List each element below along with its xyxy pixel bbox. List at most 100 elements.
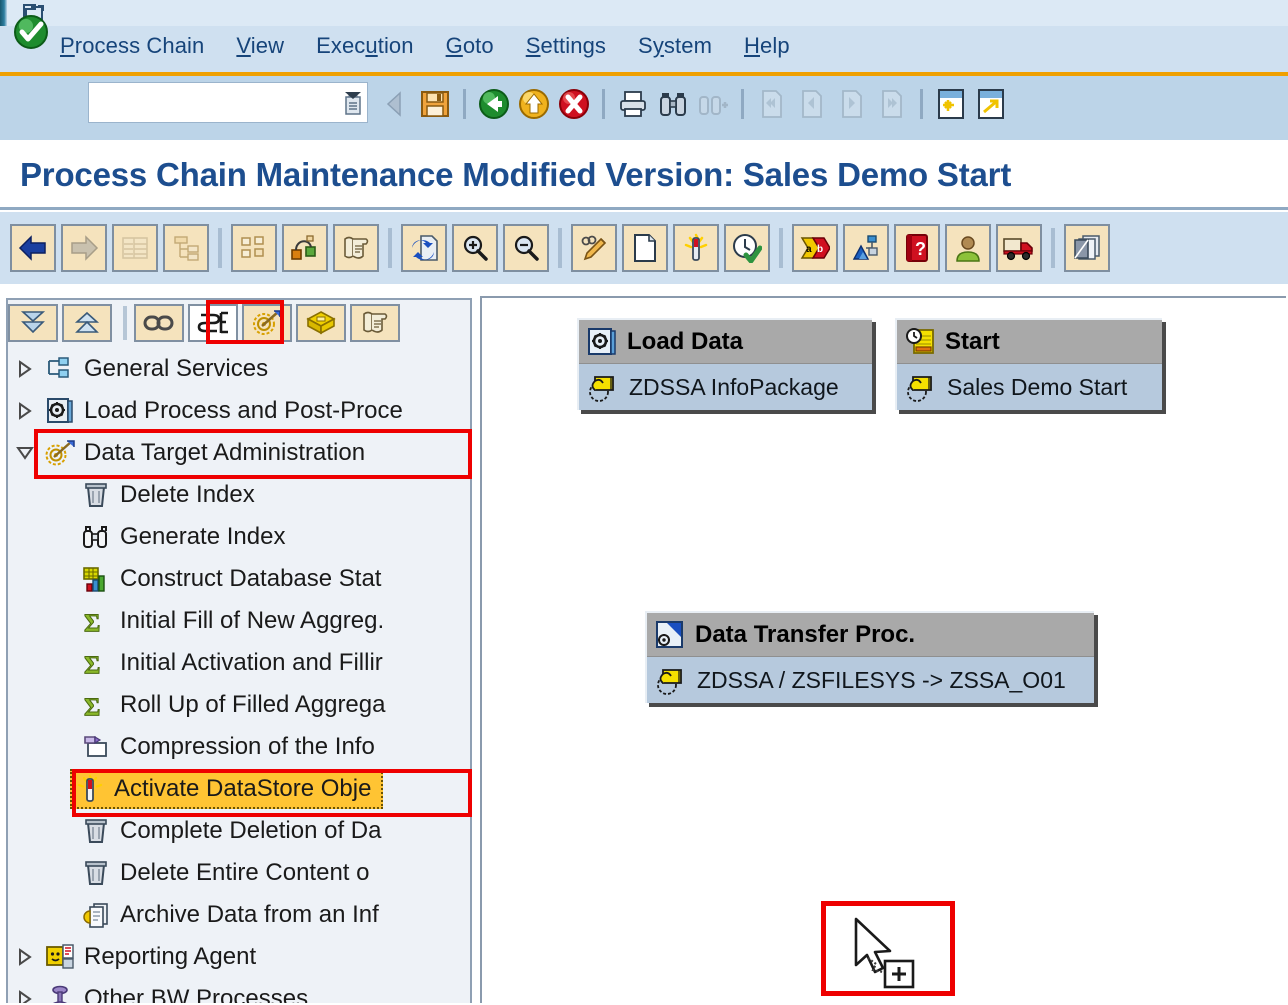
load-data-node-title: Load Data	[627, 327, 744, 355]
documents-stack-icon[interactable]	[1064, 224, 1110, 272]
start-node-title: Start	[945, 327, 1000, 355]
data-transfer-proc-node[interactable]: Data Transfer Proc. ZDSSA / ZSFILESYS ->…	[645, 611, 1094, 703]
tree-node-label: Generate Index	[120, 523, 286, 550]
tree-node-data-target-administration[interactable]: Data Target Administration	[8, 432, 470, 474]
tree-node-label: Construct Database Stat	[120, 565, 382, 592]
command-field[interactable]	[88, 82, 368, 123]
tree-node-archive-data-from-an-infoprovider[interactable]: Archive Data from an Inf	[8, 894, 470, 936]
tree-node-initial-fill-of-new-aggregates[interactable]: Σ Initial Fill of New Aggreg.	[8, 600, 470, 642]
green-check-ok-icon[interactable]	[12, 13, 50, 51]
tree-node-reporting-agent[interactable]: Reporting Agent	[8, 936, 470, 978]
printer-icon[interactable]	[613, 84, 653, 124]
tree-node-roll-up-of-filled-aggregates[interactable]: Σ Roll Up of Filled Aggrega	[8, 684, 470, 726]
green-back-arrow-icon[interactable]	[474, 84, 514, 124]
data-transfer-proc-node-header: Data Transfer Proc.	[647, 613, 1094, 657]
start-node[interactable]: Start Sales Demo Start	[895, 318, 1162, 410]
load-data-node-body: ZDSSA InfoPackage	[579, 364, 872, 410]
activate-match-icon[interactable]	[673, 224, 719, 272]
sap-process-chain-maintenance-window: Process Chain View Execution Goto Settin…	[0, 0, 1288, 1005]
trash-delete-icon	[78, 481, 114, 509]
new-session-icon[interactable]	[931, 84, 971, 124]
start-node-body: Sales Demo Start	[897, 364, 1162, 410]
data-transfer-proc-node-title: Data Transfer Proc.	[695, 620, 916, 648]
process-types-icon[interactable]	[188, 304, 238, 342]
start-node-subtitle: Sales Demo Start	[947, 373, 1128, 400]
database-stats-icon	[78, 565, 114, 593]
target-dart-icon[interactable]	[242, 304, 292, 342]
menu-view[interactable]: View	[220, 33, 300, 59]
expand-down-arrows-icon[interactable]	[8, 304, 58, 342]
trash-delete-icon	[78, 817, 114, 845]
tree-node-other-bw-processes[interactable]: Other BW Processes	[8, 978, 470, 1003]
svg-text:?: ?	[915, 239, 926, 259]
menu-execution[interactable]: Execution	[300, 33, 430, 59]
arrow-cursor-with-plus-badge	[848, 916, 938, 994]
tree-node-complete-deletion-of-data-target-contents[interactable]: Complete Deletion of Da	[8, 810, 470, 852]
job-monitor-icon[interactable]	[843, 224, 889, 272]
zoom-out-magnifier-icon[interactable]	[503, 224, 549, 272]
tree-node-compression-of-the-infocube[interactable]: Compression of the Info	[8, 726, 470, 768]
tree-toolbar	[8, 302, 404, 344]
zoom-in-magnifier-icon[interactable]	[452, 224, 498, 272]
chain-link-icon[interactable]	[134, 304, 184, 342]
network-blocks-icon[interactable]	[231, 224, 277, 272]
tree-node-construct-database-statistics[interactable]: Construct Database Stat	[8, 558, 470, 600]
tree-node-load-process-and-post-processing[interactable]: Load Process and Post-Proce	[8, 390, 470, 432]
red-cancel-x-icon[interactable]	[554, 84, 594, 124]
yellow-up-arrow-icon[interactable]	[514, 84, 554, 124]
binoculars-plus-icon	[693, 84, 733, 124]
menu-help[interactable]: Help	[728, 33, 806, 59]
tree-node-delete-index[interactable]: Delete Index	[8, 474, 470, 516]
enter-arrow-icon[interactable]	[375, 84, 415, 124]
scroll-log-icon[interactable]	[333, 224, 379, 272]
other-bw-processes-icon	[42, 985, 78, 1003]
chevron-right-icon[interactable]	[8, 359, 42, 379]
toolbar-divider	[920, 89, 923, 119]
pencil-edit-icon[interactable]	[571, 224, 617, 272]
tree-node-delete-entire-content-of-data-target[interactable]: Delete Entire Content o	[8, 852, 470, 894]
annotation-drag-cursor	[821, 901, 955, 996]
red-question-book-icon[interactable]: ?	[894, 224, 940, 272]
tree-node-label: General Services	[84, 355, 269, 382]
red-truck-transport-icon[interactable]	[996, 224, 1042, 272]
command-history-icon[interactable]	[342, 89, 364, 117]
tree-node-general-services[interactable]: General Services	[8, 348, 470, 390]
sigma-aggregate-icon: Σ	[78, 691, 114, 720]
refresh-page-icon[interactable]	[401, 224, 447, 272]
scroll-log-icon[interactable]	[350, 304, 400, 342]
person-owner-icon[interactable]	[945, 224, 991, 272]
forward-nav-button	[61, 224, 107, 272]
chevron-right-icon[interactable]	[8, 401, 42, 421]
tree-node-activate-datastore-object[interactable]: Activate DataStore Obje	[8, 768, 470, 810]
menu-goto[interactable]: Goto	[430, 33, 510, 59]
a-b-compare-icon[interactable]: a b	[792, 224, 838, 272]
chevron-right-icon[interactable]	[8, 989, 42, 1003]
toolbar-divider	[741, 89, 744, 119]
load-data-node[interactable]: Load Data ZDSSA InfoPackage	[577, 318, 872, 410]
tree-node-label: Other BW Processes	[84, 985, 309, 1003]
shortcut-icon[interactable]	[971, 84, 1011, 124]
connected-boxes-icon[interactable]	[282, 224, 328, 272]
yellow-package-icon[interactable]	[296, 304, 346, 342]
menu-settings[interactable]: Settings	[510, 33, 622, 59]
chevron-right-icon[interactable]	[8, 947, 42, 967]
process-chain-canvas[interactable]: Load Data ZDSSA InfoPackage Start Sales …	[480, 296, 1286, 1003]
tree-node-generate-index[interactable]: Generate Index	[8, 516, 470, 558]
toolbar-divider	[602, 89, 605, 119]
menu-process-chain[interactable]: Process Chain	[44, 33, 220, 59]
tree-node-initial-activation-and-filling[interactable]: Σ Initial Activation and Fillir	[8, 642, 470, 684]
back-nav-button[interactable]	[10, 224, 56, 272]
command-input[interactable]	[89, 83, 341, 122]
clock-check-icon[interactable]	[724, 224, 770, 272]
save-disk-icon[interactable]	[415, 84, 455, 124]
chevron-down-icon[interactable]	[8, 444, 42, 462]
menu-system[interactable]: System	[622, 33, 728, 59]
hierarchy-tree-icon	[163, 224, 209, 272]
menubar: Process Chain View Execution Goto Settin…	[0, 26, 1288, 74]
window-titlebar	[0, 0, 1288, 26]
binoculars-find-icon[interactable]	[653, 84, 693, 124]
collapse-up-arrows-icon[interactable]	[62, 304, 112, 342]
load-data-node-subtitle: ZDSSA InfoPackage	[629, 373, 839, 400]
generate-index-icon	[78, 523, 114, 551]
blank-page-icon[interactable]	[622, 224, 668, 272]
